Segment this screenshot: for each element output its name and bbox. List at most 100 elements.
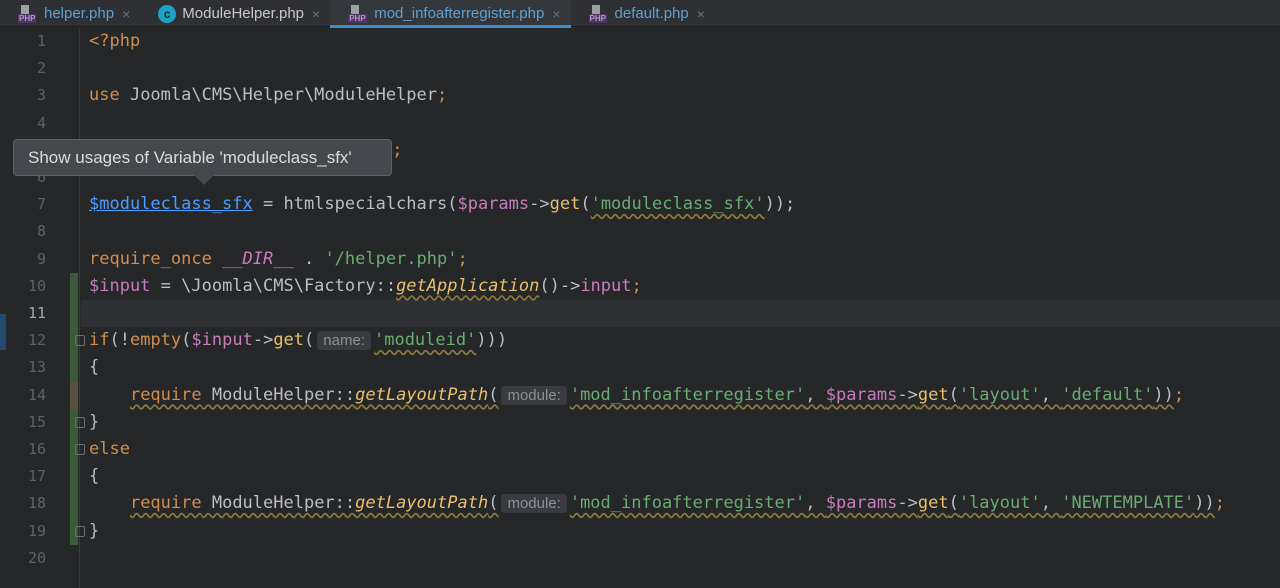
- code-token: require_once: [89, 248, 223, 269]
- code-token: )): [1194, 493, 1215, 514]
- code-line: use Joomla\CMS\Helper\ModuleHelper;: [89, 82, 447, 109]
- code-token: get: [917, 384, 949, 405]
- vcs-change-marker[interactable]: [70, 381, 78, 409]
- tab-default-php[interactable]: PHP default.php ×: [571, 0, 715, 27]
- code-line: require_once __DIR__ . '/helper.php';: [89, 246, 468, 273]
- parameter-hint: name:: [317, 331, 371, 351]
- code-token: )): [1153, 384, 1174, 405]
- code-line: $input = \Joomla\CMS\Factory::getApplica…: [89, 273, 642, 300]
- code-token: else: [89, 439, 130, 459]
- code-token: 'mod_infoafterregister': [569, 493, 806, 514]
- code-token: ModuleHelper::: [201, 384, 356, 405]
- tab-label: helper.php: [44, 5, 115, 22]
- code-line: {: [89, 354, 99, 381]
- code-token: __DIR__: [222, 248, 294, 269]
- current-line-highlight: [81, 300, 1280, 327]
- line-number: 14: [27, 385, 46, 404]
- close-icon[interactable]: ×: [697, 6, 705, 22]
- code-token: ))): [476, 330, 508, 351]
- code-token: = htmlspecialchars(: [252, 194, 458, 215]
- code-line: require ModuleHelper::getLayoutPath(modu…: [89, 382, 1184, 409]
- code-token: ()->: [539, 275, 581, 296]
- line-number: 10: [27, 276, 46, 295]
- code-token: if: [89, 330, 110, 351]
- line-number: 3: [36, 86, 46, 105]
- code-token: get: [917, 493, 949, 514]
- code-token: ->: [897, 493, 918, 514]
- code-token: ;: [1173, 384, 1185, 405]
- fold-icon[interactable]: [75, 444, 85, 455]
- php-file-icon: PHP: [588, 4, 609, 23]
- line-number: 15: [27, 412, 46, 431]
- code-token: 'layout': [958, 493, 1041, 514]
- line-number: 19: [27, 521, 46, 540]
- close-icon[interactable]: ×: [312, 6, 320, 22]
- close-icon[interactable]: ×: [122, 6, 130, 22]
- vcs-change-marker[interactable]: [70, 272, 78, 328]
- line-number: 20: [27, 548, 46, 567]
- line-number: 13: [27, 358, 46, 377]
- code-line: }: [89, 409, 99, 436]
- code-token: ;: [437, 85, 448, 106]
- code-token: ,: [805, 384, 826, 405]
- code-line: else: [89, 436, 130, 463]
- code-token: {: [89, 466, 100, 487]
- code-token: $params: [457, 194, 530, 215]
- code-token: use: [89, 85, 130, 106]
- code-token: ;: [457, 248, 468, 269]
- code-token: (: [948, 384, 959, 405]
- tab-label: mod_infoafterregister.php: [374, 5, 545, 22]
- code-token: ;: [631, 275, 642, 296]
- fold-icon[interactable]: [75, 335, 85, 347]
- line-number: 4: [36, 113, 46, 132]
- parameter-hint: module:: [501, 385, 567, 405]
- code-token: ));: [764, 194, 796, 215]
- class-icon: c: [158, 4, 177, 23]
- code-token: require: [129, 493, 202, 514]
- line-number: 12: [27, 331, 46, 350]
- code-token: require: [129, 384, 202, 405]
- line-gutter: 1234567891011121314151617181920: [0, 28, 80, 588]
- code-token: ,: [1040, 493, 1062, 514]
- line-number: 16: [27, 440, 46, 458]
- editor-tabs: PHP helper.php × c ModuleHelper.php × PHP mod_i…: [0, 0, 1280, 28]
- tab-mod-infoafterregister-php[interactable]: PHP mod_infoafterregister.php ×: [330, 0, 571, 28]
- code-token: ->: [897, 384, 918, 405]
- php-file-icon: PHP: [348, 4, 368, 23]
- code-token: 'moduleclass_sfx': [590, 194, 765, 215]
- code-token: (: [948, 493, 959, 514]
- line-number: 11: [27, 304, 46, 322]
- code-token: (: [304, 330, 315, 351]
- tab-label: default.php: [614, 5, 689, 22]
- fold-icon[interactable]: [75, 525, 85, 537]
- code-token: get: [549, 194, 581, 215]
- parameter-hint: module:: [501, 494, 567, 514]
- line-number: 18: [27, 494, 46, 513]
- code-token: (: [488, 384, 499, 405]
- tab-label: ModuleHelper.php: [182, 5, 305, 22]
- code-token: empty: [129, 330, 182, 351]
- code-line: }: [89, 518, 99, 545]
- tab-helper-php[interactable]: PHP helper.php ×: [0, 0, 140, 27]
- code-line: if(!empty($input->get(name:'moduleid'))): [89, 327, 507, 354]
- code-token: 'moduleid': [373, 330, 477, 351]
- code-line: $moduleclass_sfx = htmlspecialchars($par…: [89, 191, 795, 218]
- line-number: 7: [36, 195, 46, 214]
- code-token: ,: [1040, 384, 1062, 405]
- line-number: 8: [36, 222, 46, 241]
- close-icon[interactable]: ×: [552, 6, 560, 22]
- line-number: 17: [27, 467, 46, 486]
- tab-modulehelper-php[interactable]: c ModuleHelper.php ×: [140, 0, 330, 27]
- fold-icon[interactable]: [75, 416, 85, 428]
- code-token: (: [488, 493, 499, 514]
- code-token: <?php: [89, 31, 141, 51]
- line-number: 1: [36, 32, 46, 50]
- code-token: = \Joomla\CMS\Factory::: [150, 275, 397, 296]
- php-file-icon: PHP: [18, 4, 38, 23]
- code-token: getLayoutPath: [355, 493, 489, 514]
- vcs-change-marker[interactable]: [70, 408, 78, 545]
- code-token: $params: [825, 384, 898, 405]
- code-token: }: [89, 520, 100, 541]
